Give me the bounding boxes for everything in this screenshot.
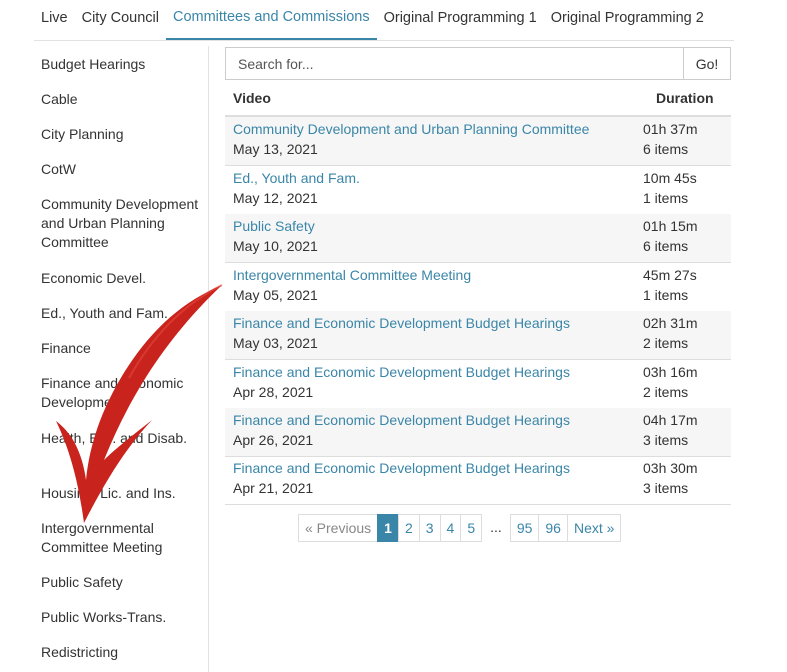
video-duration: 02h 31m (643, 315, 698, 331)
sidebar-item-community-development[interactable]: Community Development and Urban Planning… (41, 195, 206, 252)
table-row: Finance and Economic Development Budget … (225, 311, 731, 360)
sidebar-item-health-env-disab[interactable]: Health, Env. and Disab. (41, 429, 206, 448)
sidebar-item-housing-lic-ins[interactable]: Housing, Lic. and Ins. (41, 484, 206, 503)
video-duration: 45m 27s (643, 267, 697, 283)
sidebar-item-intergovernmental[interactable]: Intergovernmental Committee Meeting (41, 519, 206, 557)
video-title-link[interactable]: Community Development and Urban Planning… (233, 121, 589, 137)
pagination-next[interactable]: Next » (566, 514, 622, 542)
table-row: Intergovernmental Committee Meeting May … (225, 263, 731, 312)
tab-live[interactable]: Live (34, 1, 75, 39)
video-date: Apr 28, 2021 (233, 384, 314, 400)
video-title-link[interactable]: Public Safety (233, 218, 315, 234)
video-item-count: 6 items (643, 141, 689, 157)
video-date: May 12, 2021 (233, 190, 318, 206)
search-bar: Go! (225, 47, 731, 80)
search-input[interactable] (225, 47, 683, 80)
video-date: May 03, 2021 (233, 335, 318, 351)
video-title-link[interactable]: Ed., Youth and Fam. (233, 170, 360, 186)
pagination: « Previous 1 2 3 4 5 ... 95 96 Next » (298, 514, 622, 542)
table-row: Ed., Youth and Fam. May 12, 2021 10m 45s… (225, 166, 731, 215)
tab-original-programming-2[interactable]: Original Programming 2 (544, 1, 711, 39)
video-duration: 10m 45s (643, 170, 697, 186)
column-header-duration: Duration (656, 90, 714, 106)
tab-committees-and-commissions[interactable]: Committees and Commissions (165, 0, 377, 40)
search-go-button[interactable]: Go! (683, 47, 731, 80)
video-item-count: 6 items (643, 238, 689, 254)
pagination-page-4[interactable]: 4 (439, 514, 462, 542)
pagination-page-3[interactable]: 3 (418, 514, 441, 542)
top-nav-tabs: Live City Council Committees and Commiss… (34, 0, 711, 40)
sidebar-item-redistricting[interactable]: Redistricting (41, 643, 206, 662)
sidebar-item-ed-youth-fam[interactable]: Ed., Youth and Fam. (41, 304, 206, 323)
tab-original-programming-1[interactable]: Original Programming 1 (377, 1, 544, 39)
video-date: Apr 21, 2021 (233, 480, 314, 496)
tab-divider (34, 40, 734, 41)
video-duration: 03h 30m (643, 460, 698, 476)
sidebar-item-public-works-trans[interactable]: Public Works-Trans. (41, 608, 206, 627)
video-item-count: 1 items (643, 287, 689, 303)
video-duration: 01h 15m (643, 218, 698, 234)
video-title-link[interactable]: Finance and Economic Development Budget … (233, 460, 570, 476)
pagination-ellipsis: ... (482, 514, 510, 540)
column-header-video: Video (233, 90, 271, 106)
pagination-page-5[interactable]: 5 (460, 514, 483, 542)
video-title-link[interactable]: Intergovernmental Committee Meeting (233, 267, 471, 283)
sidebar-item-city-planning[interactable]: City Planning (41, 125, 206, 144)
pagination-previous[interactable]: « Previous (298, 514, 379, 542)
video-date: Apr 26, 2021 (233, 432, 314, 448)
video-item-count: 2 items (643, 384, 689, 400)
video-duration: 01h 37m (643, 121, 698, 137)
sidebar-item-economic-devel[interactable]: Economic Devel. (41, 269, 206, 288)
sidebar-item-cotw[interactable]: CotW (41, 160, 206, 179)
pagination-page-96[interactable]: 96 (538, 514, 568, 542)
table-row: Finance and Economic Development Budget … (225, 408, 731, 457)
video-item-count: 1 items (643, 190, 689, 206)
sidebar-item-finance-economic-development[interactable]: Finance and Economic Development (41, 374, 206, 412)
table-row: Public Safety May 10, 2021 01h 15m 6 ite… (225, 214, 731, 263)
sidebar: Budget Hearings Cable City Planning CotW… (30, 46, 209, 672)
sidebar-item-finance[interactable]: Finance (41, 339, 206, 358)
video-title-link[interactable]: Finance and Economic Development Budget … (233, 364, 570, 380)
sidebar-item-public-safety[interactable]: Public Safety (41, 573, 206, 592)
video-title-link[interactable]: Finance and Economic Development Budget … (233, 412, 570, 428)
sidebar-item-cable[interactable]: Cable (41, 90, 206, 109)
video-date: May 13, 2021 (233, 141, 318, 157)
pagination-page-95[interactable]: 95 (509, 514, 540, 542)
pagination-page-2[interactable]: 2 (397, 514, 420, 542)
sidebar-item-budget-hearings[interactable]: Budget Hearings (41, 55, 206, 74)
video-title-link[interactable]: Finance and Economic Development Budget … (233, 315, 570, 331)
video-item-count: 3 items (643, 480, 689, 496)
video-duration: 04h 17m (643, 412, 698, 428)
video-item-count: 2 items (643, 335, 689, 351)
pagination-page-1[interactable]: 1 (377, 514, 399, 542)
video-date: May 05, 2021 (233, 287, 318, 303)
video-duration: 03h 16m (643, 364, 698, 380)
video-item-count: 3 items (643, 432, 689, 448)
tab-city-council[interactable]: City Council (75, 1, 166, 39)
table-row: Finance and Economic Development Budget … (225, 360, 731, 409)
video-date: May 10, 2021 (233, 238, 318, 254)
table-row: Community Development and Urban Planning… (225, 117, 731, 166)
table-row: Finance and Economic Development Budget … (225, 456, 731, 505)
